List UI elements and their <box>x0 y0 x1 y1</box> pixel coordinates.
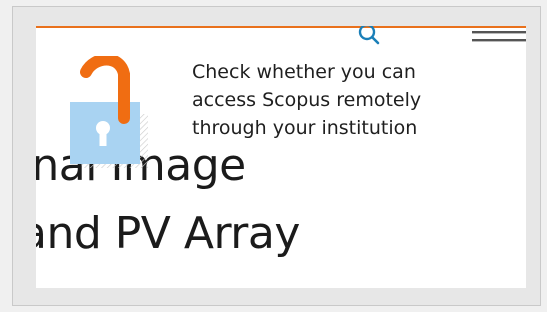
remote-access-panel: ernal Image and PV Array C <box>36 26 526 288</box>
search-icon[interactable] <box>354 26 384 48</box>
remote-access-line: through your institution <box>192 117 418 139</box>
remote-access-message[interactable]: Check whether you can access Scopus remo… <box>192 58 482 142</box>
open-padlock-icon <box>66 53 152 168</box>
hamburger-menu-icon[interactable] <box>472 26 526 52</box>
remote-access-line: access Scopus remotely <box>192 89 422 111</box>
background-article-title-line-2: and PV Array <box>36 208 300 259</box>
remote-access-line: Check whether you can <box>192 61 416 83</box>
header-accent-line <box>36 26 526 28</box>
